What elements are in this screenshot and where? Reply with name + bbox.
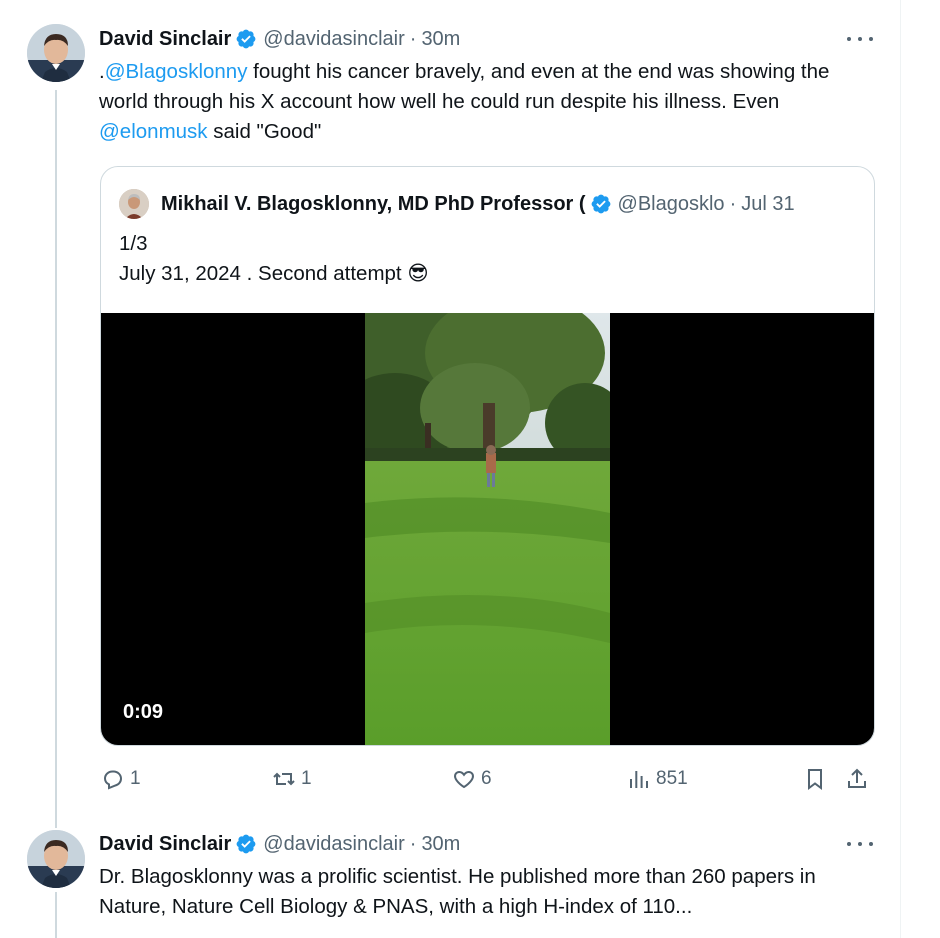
tweet[interactable]: David Sinclair @davidasinclair · 30m .@B… <box>0 0 900 820</box>
bookmark-button[interactable] <box>803 762 832 796</box>
verified-badge-icon <box>591 194 610 214</box>
video-frame <box>365 313 610 745</box>
quote-timestamp[interactable]: Jul 31 <box>741 193 794 216</box>
tweet-header: David Sinclair @davidasinclair · 30m <box>99 830 460 858</box>
share-icon <box>848 768 866 788</box>
separator: · <box>409 27 417 50</box>
separator: · <box>409 832 417 855</box>
views-count: 851 <box>656 768 688 789</box>
quote-header: Mikhail V. Blagosklonny, MD PhD Professo… <box>119 189 859 219</box>
quote-text-line: July 31, 2024 . Second attempt 😎 <box>119 262 429 285</box>
author-name[interactable]: David Sinclair <box>99 28 231 51</box>
mention-link[interactable]: @Blagosklonny <box>105 60 248 83</box>
quote-text-line: 1/3 <box>119 232 148 255</box>
tweet-text: .@Blagosklonny fought his cancer bravely… <box>99 57 879 147</box>
mention-link[interactable]: @elonmusk <box>99 120 208 143</box>
views-button[interactable]: 851 <box>627 762 688 796</box>
repost-count: 1 <box>301 768 312 789</box>
video-duration: 0:09 <box>123 701 164 723</box>
column-border <box>900 0 901 938</box>
heart-icon <box>454 770 474 789</box>
avatar[interactable] <box>27 24 85 82</box>
author-handle[interactable]: @davidasinclair <box>263 833 404 856</box>
share-button[interactable] <box>845 762 874 796</box>
quoted-tweet[interactable]: Mikhail V. Blagosklonny, MD PhD Professo… <box>100 166 875 746</box>
timestamp[interactable]: 30m <box>421 833 460 856</box>
author-name[interactable]: David Sinclair <box>99 833 231 856</box>
reply-count: 1 <box>130 768 141 789</box>
quote-author-handle[interactable]: @Blagosklo <box>618 193 725 216</box>
video-still <box>365 313 610 745</box>
separator: · <box>729 192 737 215</box>
avatar[interactable] <box>27 830 85 888</box>
reply-icon <box>103 770 123 790</box>
repost-button[interactable]: 1 <box>272 762 312 796</box>
timestamp[interactable]: 30m <box>421 28 460 51</box>
tweet-header: David Sinclair @davidasinclair · 30m <box>99 25 460 53</box>
quote-text: 1/3 July 31, 2024 . Second attempt 😎 <box>119 229 429 289</box>
like-count: 6 <box>481 768 492 789</box>
text-segment: said "Good" <box>207 120 322 143</box>
more-icon[interactable] <box>847 29 873 49</box>
views-icon <box>630 771 648 788</box>
bookmark-icon <box>808 769 822 790</box>
more-icon[interactable] <box>847 834 873 854</box>
tweet-actions: 1 1 6 851 <box>99 762 879 796</box>
tweet[interactable]: David Sinclair @davidasinclair · 30m Dr.… <box>0 820 900 938</box>
repost-icon <box>273 772 295 786</box>
video-player[interactable]: 0:09 <box>101 313 874 745</box>
quote-avatar <box>119 189 149 219</box>
verified-badge-icon <box>236 29 256 49</box>
like-button[interactable]: 6 <box>452 762 492 796</box>
verified-badge-icon <box>236 834 256 854</box>
quote-author-name[interactable]: Mikhail V. Blagosklonny, MD PhD Professo… <box>161 193 586 216</box>
reply-button[interactable]: 1 <box>101 762 141 796</box>
author-handle[interactable]: @davidasinclair <box>263 28 404 51</box>
tweet-text: Dr. Blagosklonny was a prolific scientis… <box>99 865 816 918</box>
